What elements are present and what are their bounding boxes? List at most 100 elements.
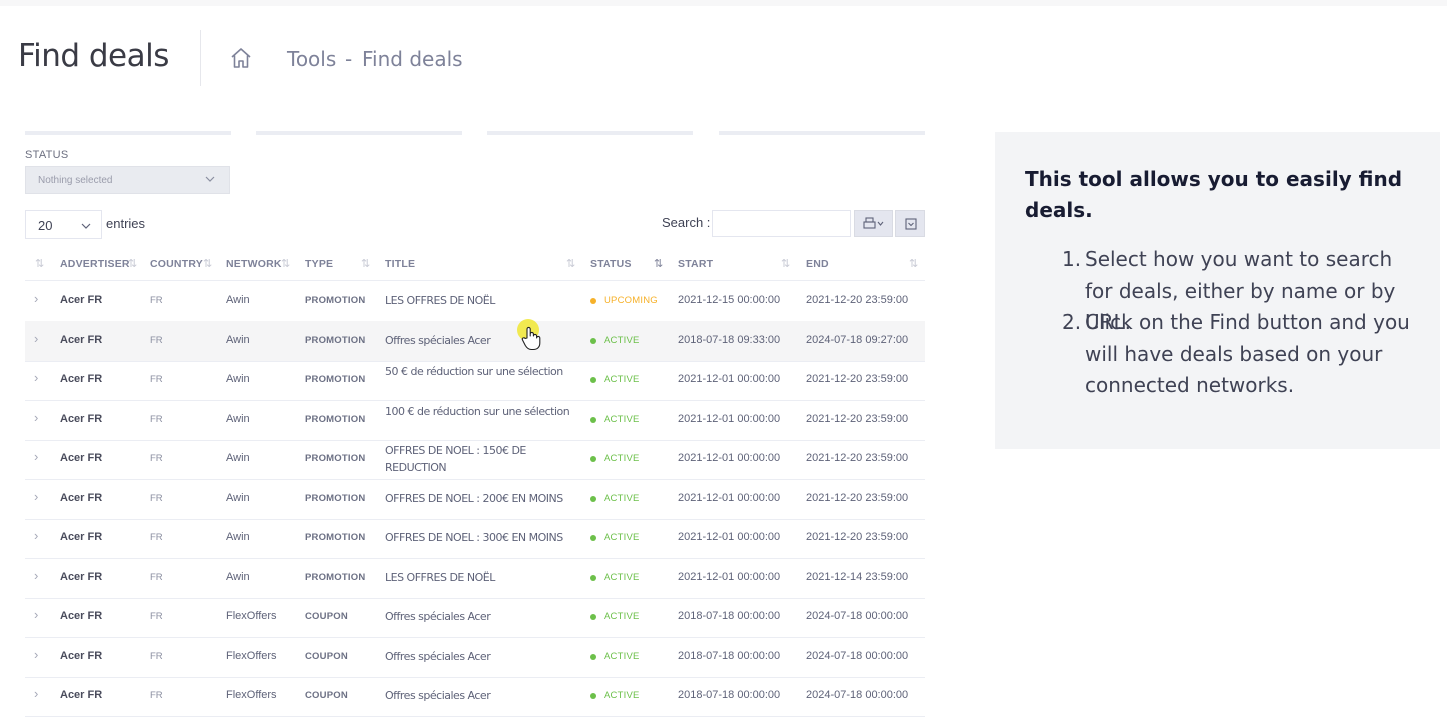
sort-icon[interactable]: ⇅ xyxy=(281,257,290,270)
sort-icon[interactable]: ⇅ xyxy=(35,257,44,270)
page-length-select[interactable]: 20 xyxy=(25,210,102,239)
chevron-right-icon[interactable]: › xyxy=(34,331,38,346)
cell-type: PROMOTION xyxy=(305,414,366,425)
cell-type: PROMOTION xyxy=(305,572,366,583)
status-dot xyxy=(590,298,596,304)
chevron-down-icon xyxy=(205,176,215,182)
search-tab-3[interactable] xyxy=(487,131,693,135)
cell-status: ACTIVE xyxy=(604,335,640,346)
cell-country: FR xyxy=(150,611,163,622)
table-row[interactable]: › Acer FR FR Awin PROMOTION OFFRES DE NOEL : … xyxy=(25,479,925,519)
info-panel: This tool allows you to easily find deal… xyxy=(995,132,1440,449)
column-header-status[interactable]: STATUS xyxy=(590,258,632,270)
chevron-right-icon[interactable]: › xyxy=(34,568,38,583)
sort-icon[interactable]: ⇅ xyxy=(203,257,212,270)
cell-status: ACTIVE xyxy=(604,374,640,385)
status-dot xyxy=(590,693,596,699)
cell-network: Awin xyxy=(226,334,250,346)
search-input[interactable] xyxy=(712,210,851,237)
step-number: 1. xyxy=(1062,247,1082,271)
cell-type: PROMOTION xyxy=(305,295,366,306)
sort-icon[interactable]: ⇅ xyxy=(361,257,370,270)
table-row[interactable]: › Acer FR FR Awin PROMOTION 100 € de réductio… xyxy=(25,400,925,440)
print-icon xyxy=(863,217,884,229)
export-button[interactable] xyxy=(854,210,893,237)
column-header-country[interactable]: COUNTRY xyxy=(150,258,203,270)
chevron-right-icon[interactable]: › xyxy=(34,489,38,504)
header-divider xyxy=(200,30,201,86)
cell-network: Awin xyxy=(226,413,250,425)
row-divider xyxy=(25,716,925,717)
table-row[interactable]: › Acer FR FR Awin PROMOTION Offres spéciales … xyxy=(25,321,925,361)
cell-title: 50 € de réduction sur une sélection xyxy=(385,365,563,378)
chevron-right-icon[interactable]: › xyxy=(34,686,38,701)
breadcrumb-tools[interactable]: Tools xyxy=(287,47,336,71)
chevron-right-icon[interactable]: › xyxy=(34,291,38,306)
status-dot xyxy=(590,377,596,383)
column-header-start[interactable]: START xyxy=(678,258,713,270)
cell-type: PROMOTION xyxy=(305,374,366,385)
cell-advertiser: Acer FR xyxy=(60,610,103,622)
sort-icon[interactable]: ⇅ xyxy=(781,257,790,270)
chevron-right-icon[interactable]: › xyxy=(34,607,38,622)
chevron-right-icon[interactable]: › xyxy=(34,528,38,543)
status-filter-value: Nothing selected xyxy=(38,175,113,186)
sort-icon-active[interactable]: ⇅ xyxy=(654,257,663,270)
cell-network: FlexOffers xyxy=(226,610,277,622)
cell-network: FlexOffers xyxy=(226,689,277,701)
cell-end: 2021-12-14 23:59:00 xyxy=(806,571,909,583)
table-row[interactable]: › Acer FR FR Awin PROMOTION 50 € de réduction… xyxy=(25,360,925,400)
column-header-end[interactable]: END xyxy=(806,258,829,270)
table-row[interactable]: › Acer FR FR Awin PROMOTION LES OFFRES DE NOË… xyxy=(25,281,925,321)
status-dot xyxy=(590,575,596,581)
cell-type: COUPON xyxy=(305,690,348,701)
cell-title: OFFRES DE NOEL : 300€ EN MOINS xyxy=(385,531,563,544)
search-tab-1[interactable] xyxy=(25,131,231,135)
cell-start: 2021-12-01 00:00:00 xyxy=(678,373,781,385)
cell-advertiser: Acer FR xyxy=(60,413,103,425)
search-tab-2[interactable] xyxy=(256,131,462,135)
cell-status: ACTIVE xyxy=(604,532,640,543)
home-icon[interactable] xyxy=(229,46,253,70)
column-header-advertiser[interactable]: ADVERTISER xyxy=(60,258,130,270)
table-row[interactable]: › Acer FR FR Awin PROMOTION OFFRES DE NOEL : … xyxy=(25,439,925,479)
table-row[interactable]: › Acer FR FR FlexOffers COUPON Offres spécial… xyxy=(25,637,925,677)
column-header-title[interactable]: TITLE xyxy=(385,258,415,270)
chevron-right-icon[interactable]: › xyxy=(34,370,38,385)
sort-icon[interactable]: ⇅ xyxy=(128,257,137,270)
cell-advertiser: Acer FR xyxy=(60,531,103,543)
cell-status: ACTIVE xyxy=(604,611,640,622)
table-row[interactable]: › Acer FR FR Awin PROMOTION OFFRES DE NOEL : … xyxy=(25,518,925,558)
cell-advertiser: Acer FR xyxy=(60,294,103,306)
cell-start: 2021-12-01 00:00:00 xyxy=(678,413,781,425)
column-header-network[interactable]: NETWORK xyxy=(226,258,282,270)
chevron-right-icon[interactable]: › xyxy=(34,647,38,662)
cell-network: Awin xyxy=(226,571,250,583)
cell-title: LES OFFRES DE NOËL xyxy=(385,294,495,307)
sort-icon[interactable]: ⇅ xyxy=(566,257,575,270)
cell-country: FR xyxy=(150,651,163,662)
status-filter-select[interactable]: Nothing selected xyxy=(25,166,230,194)
search-tab-4[interactable] xyxy=(719,131,925,135)
top-band xyxy=(0,0,1447,6)
chevron-right-icon[interactable]: › xyxy=(34,410,38,425)
page-title: Find deals xyxy=(18,38,169,74)
status-dot xyxy=(590,496,596,502)
status-filter-label: STATUS xyxy=(25,149,69,161)
cell-advertiser: Acer FR xyxy=(60,689,103,701)
cell-country: FR xyxy=(150,374,163,385)
sort-icon[interactable]: ⇅ xyxy=(909,257,918,270)
table-row[interactable]: › Acer FR FR Awin PROMOTION LES OFFRES DE NOË… xyxy=(25,558,925,598)
columns-button[interactable] xyxy=(895,210,925,237)
table-row[interactable]: › Acer FR FR FlexOffers COUPON Offres spécial… xyxy=(25,676,925,716)
cell-type: PROMOTION xyxy=(305,453,366,464)
status-dot xyxy=(590,535,596,541)
cell-title: Offres spéciales Acer xyxy=(385,334,491,347)
cell-end: 2024-07-18 00:00:00 xyxy=(806,689,909,701)
cell-start: 2018-07-18 00:00:00 xyxy=(678,650,781,662)
chevron-right-icon[interactable]: › xyxy=(34,449,38,464)
table-row[interactable]: › Acer FR FR FlexOffers COUPON Offres spécial… xyxy=(25,597,925,637)
cell-status: ACTIVE xyxy=(604,414,640,425)
column-header-type[interactable]: TYPE xyxy=(305,258,333,270)
cell-title: OFFRES DE NOEL : 150€ DE REDUCTION xyxy=(385,444,526,474)
